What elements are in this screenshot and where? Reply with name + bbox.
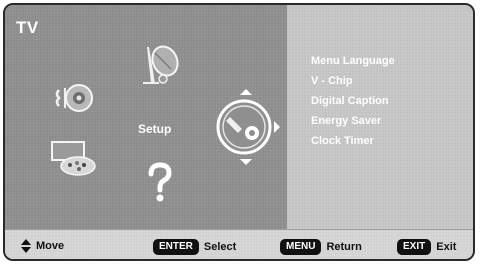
satellite-dish-icon[interactable]: [135, 43, 181, 89]
submenu-item-digital-caption[interactable]: Digital Caption: [311, 91, 395, 111]
menu-title: TV: [16, 18, 39, 37]
move-label: Move: [36, 240, 65, 252]
up-down-arrows-icon: [21, 239, 31, 253]
help-question-icon[interactable]: [145, 162, 175, 204]
select-label: Select: [203, 241, 237, 253]
return-label: Return: [326, 241, 362, 253]
submenu-list: Menu Language V - Chip Digital Caption E…: [311, 51, 395, 151]
exit-hint: EXIT Exit: [397, 239, 456, 255]
enter-key-badge[interactable]: ENTER: [153, 239, 199, 255]
submenu-item-menu-language[interactable]: Menu Language: [311, 51, 395, 71]
selected-category-label: Setup: [138, 122, 172, 136]
submenu-item-clock-timer[interactable]: Clock Timer: [311, 131, 395, 151]
submenu-item-energy-saver[interactable]: Energy Saver: [311, 111, 395, 131]
paint-palette-icon[interactable]: [48, 138, 98, 178]
audio-speaker-icon[interactable]: [53, 80, 97, 116]
tv-menu-screen: TV Setup Menu Language V - Chip Digital …: [3, 3, 475, 261]
setup-gear-icon[interactable]: [210, 89, 282, 165]
main-menu-pane: TV Setup: [5, 5, 287, 229]
return-hint: MENU Return: [280, 239, 362, 255]
menu-key-badge[interactable]: MENU: [280, 239, 322, 255]
exit-label: Exit: [436, 241, 457, 253]
select-hint: ENTER Select: [153, 239, 236, 255]
submenu-item-v-chip[interactable]: V - Chip: [311, 71, 395, 91]
move-hint: Move: [21, 239, 64, 253]
exit-key-badge[interactable]: EXIT: [397, 239, 432, 255]
key-guide-bar: Move ENTER Select MENU Return EXIT Exit: [5, 229, 473, 259]
